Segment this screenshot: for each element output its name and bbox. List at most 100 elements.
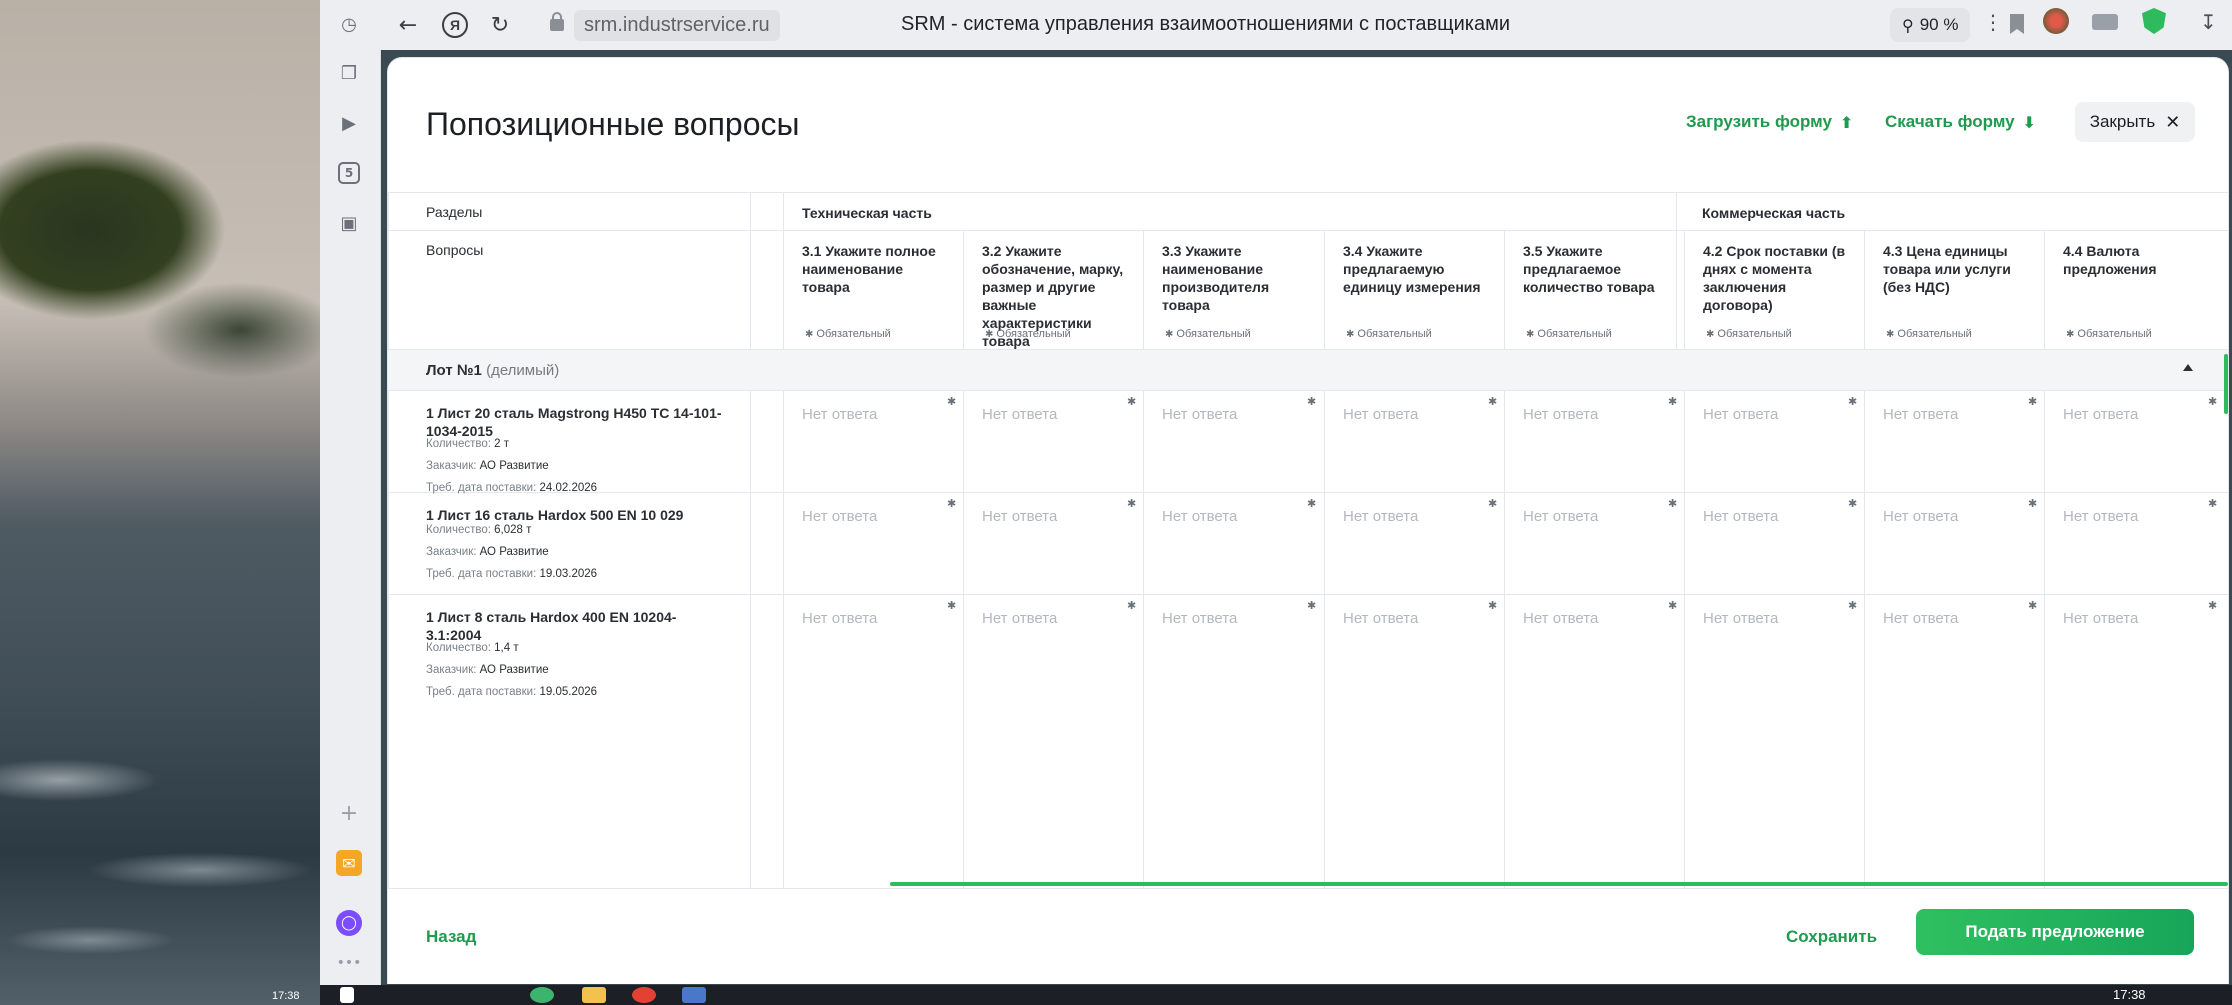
required-asterisk-icon: ✱ (1848, 395, 1858, 408)
item-meta-date: Треб. дата поставки: 19.03.2026 (426, 568, 598, 580)
answer-cell[interactable]: Нет ответа (1343, 406, 1418, 423)
answer-cell[interactable]: Нет ответа (802, 610, 877, 627)
item-title: 1 Лист 20 сталь Magstrong H450 ТС 14-101… (426, 405, 722, 439)
lock-icon (550, 12, 564, 31)
mail-icon[interactable]: ✉ (336, 850, 362, 876)
add-icon[interactable]: + (336, 800, 362, 826)
more-icon[interactable]: ••• (336, 950, 362, 976)
answer-cell[interactable]: Нет ответа (1343, 610, 1418, 627)
answer-cell[interactable]: Нет ответа (1162, 406, 1237, 423)
submit-offer-button[interactable]: Подать предложение (1916, 909, 2194, 955)
answer-cell[interactable]: Нет ответа (982, 610, 1057, 627)
save-button[interactable]: Сохранить (1786, 927, 1877, 947)
answer-cell[interactable]: Нет ответа (2063, 508, 2138, 525)
asterisk-icon: ✱ (1346, 328, 1355, 340)
answer-cell[interactable]: Нет ответа (1523, 610, 1598, 627)
answer-cell[interactable]: Нет ответа (1883, 406, 1958, 423)
item-meta-date: Треб. дата поставки: 19.05.2026 (426, 686, 598, 698)
answer-cell[interactable]: Нет ответа (2063, 610, 2138, 627)
item-meta-qty: Количество: 1,4 т (426, 642, 519, 654)
back-button[interactable]: Назад (426, 927, 476, 947)
answer-cell[interactable]: Нет ответа (982, 508, 1057, 525)
play-icon[interactable]: ▶ (336, 110, 362, 136)
answer-cell[interactable]: Нет ответа (2063, 406, 2138, 423)
required-asterisk-icon: ✱ (1307, 395, 1317, 408)
answer-cell[interactable]: Нет ответа (1883, 508, 1958, 525)
start-icon[interactable] (340, 987, 354, 1003)
required-tag: ✱ Обязательный (805, 328, 891, 340)
tray-clock: 17:38 (2113, 987, 2146, 1002)
asterisk-icon: ✱ (985, 328, 994, 340)
screenshot-icon[interactable]: ▣ (336, 210, 362, 236)
asterisk-icon: ✱ (1706, 328, 1715, 340)
search-icon: ⚲ (1902, 15, 1914, 35)
required-asterisk-icon: ✱ (1848, 497, 1858, 510)
folder-icon[interactable] (582, 987, 606, 1003)
extension-hat-icon[interactable] (2092, 14, 2118, 30)
zoom-indicator[interactable]: ⚲ 90 % (1890, 8, 1971, 42)
required-asterisk-icon: ✱ (947, 599, 957, 612)
question-header: 4.4 Валюта предложения (2063, 243, 2157, 277)
horizontal-scrollbar[interactable] (890, 882, 2228, 886)
questions-table: Разделы Вопросы Техническая часть Коммер… (388, 192, 2228, 888)
footer-bar: Назад Сохранить Подать предложение (388, 888, 2228, 984)
required-asterisk-icon: ✱ (2208, 395, 2218, 408)
collections-icon[interactable]: ❐ (336, 60, 362, 86)
item-meta-qty: Количество: 6,028 т (426, 524, 532, 536)
sections-label: Разделы (426, 204, 483, 220)
required-tag: ✱ Обязательный (1886, 328, 1972, 340)
answer-cell[interactable]: Нет ответа (1703, 406, 1778, 423)
close-icon: ✕ (2165, 111, 2181, 133)
required-asterisk-icon: ✱ (1668, 599, 1678, 612)
yandex-icon[interactable]: Я (435, 5, 475, 45)
required-asterisk-icon: ✱ (1127, 599, 1137, 612)
answer-cell[interactable]: Нет ответа (802, 406, 877, 423)
download-icon[interactable]: ↧ (2200, 10, 2217, 34)
menu-dots-icon[interactable]: ⋮ (1983, 10, 2003, 34)
answer-cell[interactable]: Нет ответа (1883, 610, 1958, 627)
history-icon[interactable]: ◷ (336, 11, 362, 37)
collapse-caret-icon[interactable] (2183, 364, 2193, 371)
required-asterisk-icon: ✱ (1127, 497, 1137, 510)
back-arrow-icon[interactable]: ← (388, 5, 428, 45)
asterisk-icon: ✱ (1886, 328, 1895, 340)
upload-form-button[interactable]: Загрузить форму ⬆ (1686, 112, 1853, 132)
url-text[interactable]: srm.industrservice.ru (574, 9, 780, 41)
required-asterisk-icon: ✱ (1488, 497, 1498, 510)
vertical-scrollbar[interactable] (2224, 354, 2228, 414)
required-asterisk-icon: ✱ (1488, 599, 1498, 612)
browser-task-icon[interactable] (682, 987, 706, 1003)
answer-cell[interactable]: Нет ответа (1703, 508, 1778, 525)
reload-icon[interactable]: ↻ (480, 5, 520, 45)
required-tag: ✱ Обязательный (985, 328, 1071, 340)
required-asterisk-icon: ✱ (947, 497, 957, 510)
answer-cell[interactable]: Нет ответа (1162, 508, 1237, 525)
app-icon[interactable] (530, 987, 554, 1003)
item-title: 1 Лист 8 сталь Hardox 400 EN 10204-3.1:2… (426, 609, 677, 643)
desktop-clock: 17:38 (272, 990, 300, 1002)
required-asterisk-icon: ✱ (2028, 497, 2038, 510)
asterisk-icon: ✱ (1526, 328, 1535, 340)
answer-cell[interactable]: Нет ответа (1523, 406, 1598, 423)
download-form-button[interactable]: Скачать форму ⬇ (1885, 112, 2036, 132)
answer-cell[interactable]: Нет ответа (1523, 508, 1598, 525)
os-taskbar: 17:38 (320, 985, 2232, 1005)
lot-title: Лот №1 (делимый) (426, 362, 560, 379)
bookmark-icon[interactable] (2010, 14, 2024, 34)
required-asterisk-icon: ✱ (1127, 395, 1137, 408)
alice-assistant-icon[interactable]: ◯ (336, 910, 362, 936)
tab-count-icon[interactable]: 5 (336, 160, 362, 186)
question-header: 4.3 Цена единицы товара или услуги (без … (1883, 243, 2011, 295)
extension-icon[interactable] (2043, 8, 2069, 34)
lot-row[interactable]: Лот №1 (делимый) (388, 350, 2228, 390)
answer-cell[interactable]: Нет ответа (982, 406, 1057, 423)
answer-cell[interactable]: Нет ответа (802, 508, 877, 525)
answer-cell[interactable]: Нет ответа (1162, 610, 1237, 627)
chrome-icon[interactable] (632, 987, 656, 1003)
answer-cell[interactable]: Нет ответа (1703, 610, 1778, 627)
shield-icon[interactable] (2142, 8, 2166, 34)
address-bar[interactable]: srm.industrservice.ru SRM - система упра… (550, 8, 2024, 42)
answer-cell[interactable]: Нет ответа (1343, 508, 1418, 525)
required-asterisk-icon: ✱ (1488, 395, 1498, 408)
close-button[interactable]: Закрыть ✕ (2075, 102, 2195, 142)
